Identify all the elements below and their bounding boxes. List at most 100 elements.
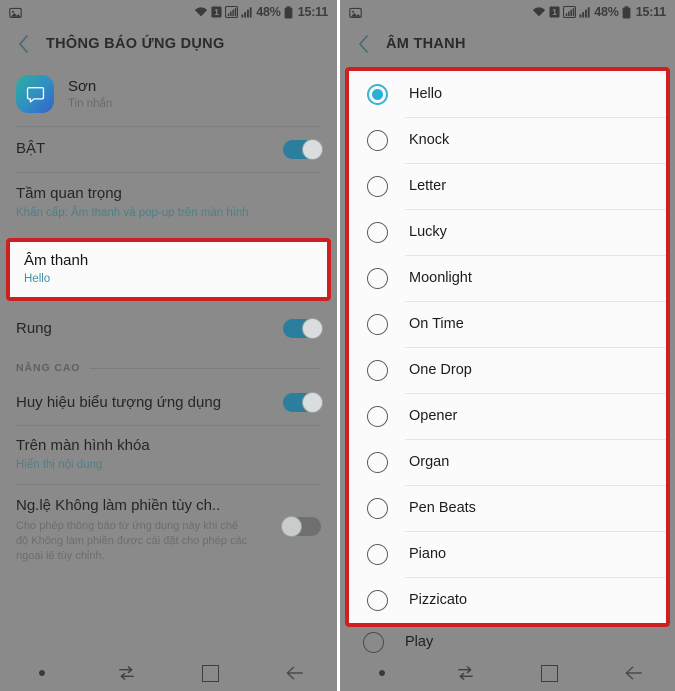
back-chevron-icon[interactable]: [12, 33, 34, 55]
svg-text:1: 1: [215, 8, 220, 17]
sound-label: Pen Beats: [409, 500, 476, 516]
messages-app-icon: [16, 75, 54, 113]
list-item[interactable]: One Drop: [349, 347, 666, 393]
setting-label: BẬT: [16, 140, 46, 158]
list-item[interactable]: Organ: [349, 439, 666, 485]
setting-row-app-icon-badges[interactable]: Huy hiệu biểu tượng ứng dụng: [0, 380, 337, 426]
list-item[interactable]: Opener: [349, 393, 666, 439]
sound-label: Pizzicato: [409, 592, 468, 608]
battery-icon: [622, 5, 631, 19]
setting-row-enable[interactable]: BẬT: [0, 127, 337, 172]
signal-bars-icon: [241, 6, 253, 18]
battery-percent-label: 48%: [256, 5, 281, 19]
sound-label: Organ: [409, 454, 450, 470]
setting-row-dnd-exception[interactable]: Ng.lệ Không làm phiền tùy ch.. Cho phép …: [0, 485, 337, 573]
dot-indicator-icon: [340, 670, 424, 676]
app-header-row[interactable]: Sơn Tin nhắn: [0, 64, 337, 126]
status-bar-left: 1 48% 15:11: [0, 0, 337, 24]
sim-1-icon: 1: [211, 6, 222, 18]
back-arrow-icon[interactable]: [591, 664, 675, 682]
section-rule: [90, 367, 321, 369]
svg-text:1: 1: [553, 8, 558, 17]
dnd-exception-toggle[interactable]: [281, 516, 321, 538]
sound-label: On Time: [409, 316, 464, 332]
sound-label: Letter: [409, 178, 447, 194]
dual-phone-screenshot: 1 48% 15:11 THÔNG BÁO ỨNG DỤNG Sơn Tin n…: [0, 0, 675, 691]
radio-button[interactable]: [367, 359, 388, 381]
setting-label: Trên màn hình khóa: [16, 437, 150, 455]
app-name-label: Sơn: [68, 78, 97, 95]
vibrate-toggle[interactable]: [283, 318, 323, 340]
radio-button[interactable]: [367, 405, 388, 427]
sound-label: Hello: [409, 86, 443, 102]
radio-button[interactable]: [367, 451, 388, 473]
setting-description: Cho phép thông báo từ ứng dụng này khi c…: [16, 519, 248, 562]
radio-button[interactable]: [367, 267, 388, 289]
signal-bars-icon: [579, 6, 591, 18]
photo-icon: [9, 6, 22, 19]
radio-button[interactable]: [367, 497, 388, 519]
wifi-icon: [532, 6, 546, 18]
clock-label: 15:11: [635, 5, 666, 19]
section-header-advanced: NÂNG CAO: [0, 352, 337, 381]
setting-sublabel: Khẩn cấp: Âm thanh và pop-up trên màn hì…: [16, 206, 249, 219]
list-item[interactable]: Piano: [349, 531, 666, 577]
sound-label: Knock: [409, 132, 450, 148]
list-item[interactable]: Moonlight: [349, 255, 666, 301]
home-square-icon[interactable]: [508, 664, 592, 682]
list-item[interactable]: On Time: [349, 301, 666, 347]
radio-button-selected[interactable]: [367, 83, 388, 105]
radio-button[interactable]: [367, 313, 388, 335]
setting-label: Âm thanh: [24, 251, 89, 269]
setting-row-vibrate[interactable]: Rung: [0, 305, 337, 353]
sound-label: Piano: [409, 546, 447, 562]
nav-bar-left: [0, 655, 337, 691]
sound-label: Play: [405, 634, 434, 650]
setting-row-importance[interactable]: Tầm quan trọng Khẩn cấp: Âm thanh và pop…: [0, 173, 337, 234]
back-arrow-icon[interactable]: [253, 664, 337, 682]
sound-list-container: Hello Knock Letter Lucky Moonlight On Ti…: [340, 67, 675, 656]
page-title: ÂM THANH: [386, 36, 466, 52]
setting-label: Ng.lệ Không làm phiền tùy ch..: [16, 497, 221, 515]
radio-button[interactable]: [367, 543, 388, 565]
app-icon-badges-toggle[interactable]: [283, 392, 323, 414]
radio-button[interactable]: [367, 589, 388, 611]
dot-indicator-icon: [0, 670, 84, 676]
sound-list-highlighted: Hello Knock Letter Lucky Moonlight On Ti…: [345, 67, 670, 627]
status-bar-right: 1 48% 15:11: [340, 0, 675, 24]
list-item[interactable]: Lucky: [349, 209, 666, 255]
clock-label: 15:11: [297, 5, 328, 19]
setting-label: Huy hiệu biểu tượng ứng dụng: [16, 393, 222, 411]
list-item[interactable]: Knock: [349, 117, 666, 163]
recents-icon[interactable]: [84, 665, 168, 682]
enable-toggle[interactable]: [283, 139, 323, 160]
wifi-icon: [194, 6, 208, 18]
home-square-icon[interactable]: [169, 664, 253, 682]
setting-row-lock-screen[interactable]: Trên màn hình khóa Hiển thị nội dung: [0, 426, 337, 485]
sound-label: One Drop: [409, 362, 472, 378]
sound-label: Lucky: [409, 224, 447, 240]
photo-icon: [349, 6, 362, 19]
radio-button[interactable]: [363, 631, 384, 653]
setting-row-sound-highlighted[interactable]: Âm thanh Hello: [6, 237, 331, 302]
list-item-partial[interactable]: Play: [340, 628, 675, 656]
setting-sublabel: Hello: [24, 273, 51, 286]
list-item[interactable]: Pen Beats: [349, 485, 666, 531]
radio-button[interactable]: [367, 175, 388, 197]
action-bar-left: THÔNG BÁO ỨNG DỤNG: [0, 24, 337, 64]
right-phone-screen: 1 48% 15:11 ÂM THANH Hello Knock Letter …: [340, 0, 675, 691]
list-item[interactable]: Hello: [349, 71, 666, 117]
sound-label: Opener: [409, 408, 458, 424]
radio-button[interactable]: [367, 129, 388, 151]
list-item[interactable]: Pizzicato: [349, 577, 666, 623]
list-item[interactable]: Letter: [349, 163, 666, 209]
back-chevron-icon[interactable]: [352, 33, 374, 55]
radio-button[interactable]: [367, 221, 388, 243]
battery-percent-label: 48%: [594, 5, 619, 19]
action-bar-right: ÂM THANH: [340, 24, 675, 64]
setting-label: Rung: [16, 319, 52, 337]
signal-bars-icon: [563, 6, 577, 18]
recents-icon[interactable]: [424, 665, 508, 682]
battery-icon: [284, 5, 293, 19]
sim-1-icon: 1: [549, 6, 560, 18]
